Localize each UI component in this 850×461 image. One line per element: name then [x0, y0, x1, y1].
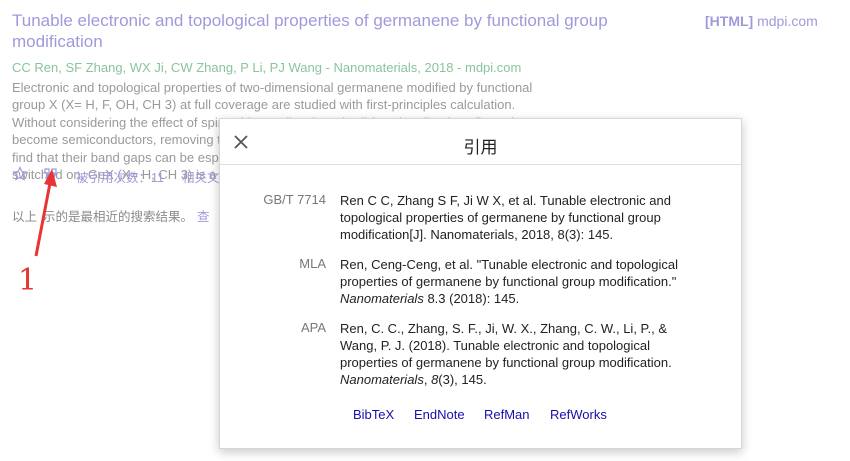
citation-text[interactable]: Ren, Ceng-Ceng, et al. "Tunable electron… [340, 256, 685, 307]
citation-sep: , [423, 372, 432, 387]
citation-style-label: APA [300, 320, 326, 335]
citation-text[interactable]: Ren C C, Zhang S F, Ji W X, et al. Tunab… [340, 192, 685, 243]
result-title-line: Tunable electronic and topological prope… [12, 11, 608, 30]
results-note-more-link[interactable]: 查 [197, 210, 210, 224]
citation-text[interactable]: Ren, C. C., Zhang, S. F., Ji, W. X., Zha… [340, 320, 685, 388]
citation-line: Ren C C, Zhang S F, Ji W X, et al. Tunab… [340, 193, 671, 208]
dialog-divider [220, 164, 741, 165]
export-refman-link[interactable]: RefMan [484, 407, 530, 422]
citation-line: topological properties of germanene by f… [340, 210, 661, 225]
results-note-start: 以上 [12, 210, 38, 224]
citation-line: properties of germanene by functional gr… [340, 355, 672, 370]
citation-tail: 8.3 (2018): 145. [423, 291, 520, 306]
citation-line: modification[J]. Nanomaterials, 2018, 8(… [340, 227, 614, 242]
annotation-label-1: 1 [18, 263, 38, 298]
citation-style-label: MLA [299, 256, 326, 271]
cited-by-link[interactable]: 被引用次数：11 [76, 167, 164, 186]
export-links: BibTeX EndNote RefMan RefWorks [220, 407, 741, 425]
citation-style-label: GB/T 7714 [263, 192, 326, 207]
dialog-title: 引用 [463, 138, 498, 157]
citation-line: Nanomaterials 8.3 (2018): 145. [340, 290, 685, 307]
citation-line: properties of germanene by functional gr… [340, 274, 677, 289]
citation-line: Ren, C. C., Zhang, S. F., Ji, W. X., Zha… [340, 321, 668, 336]
quote-icon[interactable] [43, 167, 59, 184]
citation-line: Wang, P. J. (2018). Tunable electronic a… [340, 338, 651, 353]
related-articles-link[interactable]: 相关文 [182, 167, 220, 186]
results-note: 以上 示的是最相近的搜索结果。查 [12, 206, 210, 225]
html-source: mdpi.com [757, 13, 818, 29]
result-title-link[interactable]: Tunable electronic and topological prope… [12, 10, 652, 52]
citation-tail: (3), 145. [438, 372, 487, 387]
html-tag: [HTML] [705, 13, 754, 29]
snippet-line: group X (X= H, F, OH, CH 3) at full cove… [12, 97, 516, 113]
export-bibtex-link[interactable]: BibTeX [353, 407, 394, 422]
snippet-line: Electronic and topological properties of… [12, 80, 533, 95]
result-authors: CC Ren, SF Zhang, WX Ji, CW Zhang, P Li,… [12, 60, 522, 75]
citation-line: Nanomaterials, 8(3), 145. [340, 371, 685, 388]
citation-line: Ren, Ceng-Ceng, et al. "Tunable electron… [340, 257, 679, 272]
citation-journal: Nanomaterials [340, 372, 424, 387]
export-endnote-link[interactable]: EndNote [414, 407, 465, 422]
cite-dialog: 引用 GB/T 7714 Ren C C, Zhang S F, Ji W X,… [219, 118, 742, 449]
export-refworks-link[interactable]: RefWorks [550, 407, 607, 422]
results-note-text: 示的是最相近的搜索结果。 [43, 210, 194, 224]
citation-journal: Nanomaterials [340, 291, 424, 306]
star-icon[interactable] [12, 166, 28, 185]
result-title-line: modification [12, 32, 103, 51]
html-version-link[interactable]: [HTML] mdpi.com [705, 13, 818, 29]
